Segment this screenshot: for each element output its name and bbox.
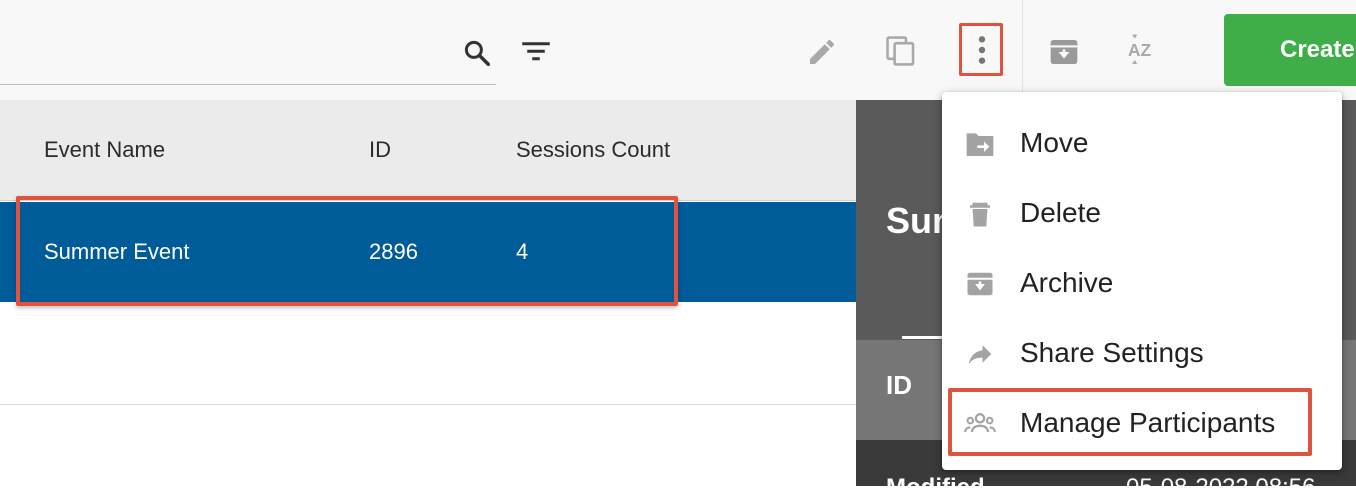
menu-item-move[interactable]: Move xyxy=(942,108,1342,178)
details-modified-value: 05-08-2022 08:56 xyxy=(1126,474,1316,501)
menu-item-delete[interactable]: Delete xyxy=(942,178,1342,248)
column-header-event-name[interactable]: Event Name xyxy=(44,100,165,200)
menu-item-label: Share Settings xyxy=(1020,337,1204,368)
svg-text:AZ: AZ xyxy=(1128,40,1152,60)
menu-item-archive[interactable]: Archive xyxy=(942,248,1342,318)
details-id-label: ID xyxy=(886,370,912,400)
menu-item-share-settings[interactable]: Share Settings xyxy=(942,318,1342,388)
trash-icon xyxy=(970,202,990,227)
menu-item-label: Move xyxy=(1020,127,1089,158)
row-divider xyxy=(0,404,856,405)
search-underline xyxy=(0,84,496,85)
sort-az-icon[interactable]: AZ xyxy=(1128,34,1160,70)
details-modified-label: Modified xyxy=(886,474,985,501)
archive-icon xyxy=(967,272,993,296)
search-icon[interactable] xyxy=(462,38,492,68)
copy-icon[interactable] xyxy=(884,34,918,68)
search-input[interactable] xyxy=(0,30,454,72)
row-highlight xyxy=(16,196,678,306)
create-button[interactable]: Create xyxy=(1224,14,1356,86)
menu-item-label: Archive xyxy=(1020,267,1114,298)
manage-participants-highlight xyxy=(948,388,1312,456)
archive-icon[interactable] xyxy=(1048,36,1080,68)
column-header-sessions-count[interactable]: Sessions Count xyxy=(516,100,670,200)
filter-icon[interactable] xyxy=(521,38,551,64)
column-header-id[interactable]: ID xyxy=(369,100,391,200)
edit-icon[interactable] xyxy=(806,36,838,68)
more-button-highlight xyxy=(959,23,1003,76)
toolbar-divider xyxy=(1022,0,1023,100)
folder-move-icon xyxy=(966,133,994,156)
toolbar: AZ Create xyxy=(0,0,1356,101)
share-icon xyxy=(968,345,992,364)
menu-item-label: Delete xyxy=(1020,197,1101,228)
table-header: Event Name ID Sessions Count xyxy=(0,100,856,201)
